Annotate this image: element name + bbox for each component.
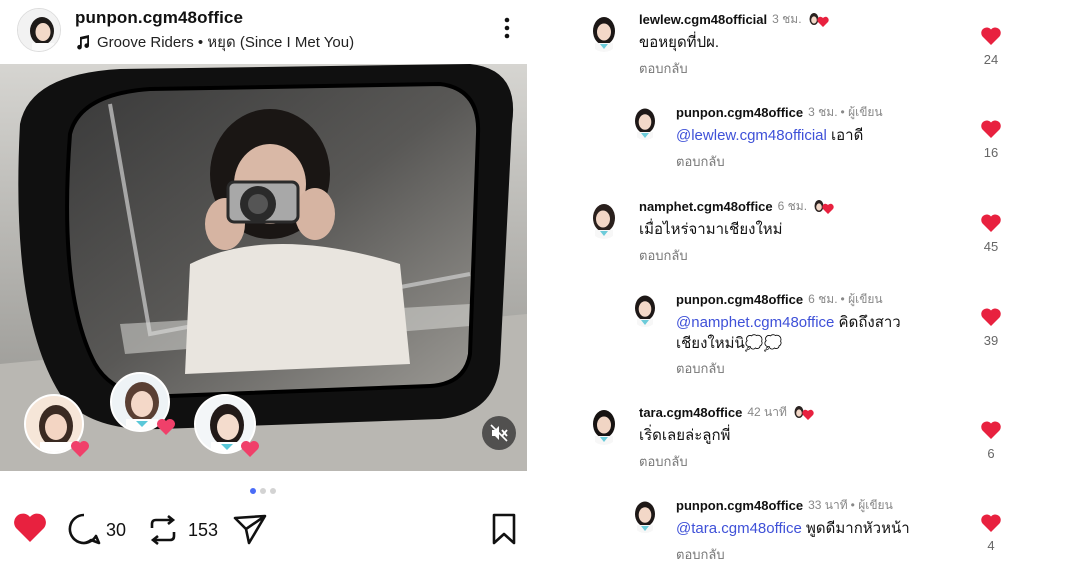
more-options-button[interactable] [496, 14, 518, 44]
comment-text: เมื่อไหร่จามาเชียงใหม่ [639, 221, 783, 238]
comment-like-count: 16 [983, 145, 999, 160]
heart-filled-icon [981, 120, 1001, 138]
music-title: Groove Riders • หยุด (Since I Met You) [97, 34, 355, 51]
comment-like-button[interactable] [980, 26, 1002, 46]
post-action-bar: 30 153 [0, 506, 527, 554]
carousel-indicator [250, 488, 276, 494]
comment-time: 3 ชม. [772, 12, 802, 26]
comment-text: @namphet.cgm48office คิดถึงสาว เชียงใหม่น… [676, 314, 901, 352]
muted-speaker-icon [490, 424, 508, 442]
comment-like-count: 45 [983, 239, 999, 254]
reply-button[interactable]: ตอบกลับ [639, 451, 688, 472]
reply-item: punpon.cgm48office 3 ชม. • ผู้เขียน @lew… [560, 101, 1080, 181]
comment-button[interactable] [67, 512, 103, 546]
mention-link[interactable]: @tara.cgm48office [676, 520, 802, 537]
reply-button[interactable]: ตอบกลับ [639, 245, 688, 266]
bookmark-button[interactable] [490, 512, 518, 546]
like-button[interactable] [12, 512, 48, 544]
author-label: • ผู้เขียน [850, 498, 893, 512]
comment-time: 3 ชม. [808, 105, 838, 119]
heart-filled-icon [981, 514, 1001, 532]
commenter-avatar[interactable] [630, 106, 660, 140]
commenter-avatar[interactable] [587, 201, 621, 239]
reply-item: punpon.cgm48office 6 ชม. • ผู้เขียน @nam… [560, 288, 1080, 378]
bookmark-icon [492, 513, 516, 545]
author-avatar[interactable] [17, 8, 61, 52]
comment-text: เริ่ดเลยล่ะลูกพี่ [639, 427, 731, 444]
heart-filled-icon [981, 214, 1001, 232]
repost-count: 153 [188, 520, 219, 540]
comment-username[interactable]: punpon.cgm48office [676, 498, 803, 513]
comment-like-count: 4 [987, 538, 995, 553]
comments-panel: lewlew.cgm48official 3 ชม. ขอหยุดที่ปผ. … [560, 0, 1080, 566]
more-vertical-icon [504, 17, 510, 39]
repost-button[interactable] [146, 514, 180, 546]
paper-plane-icon [233, 514, 267, 545]
comment-like-button[interactable] [980, 420, 1002, 440]
comment-item: namphet.cgm48office 6 ชม. เมื่อไหร่จามาเ… [560, 195, 1080, 275]
comment-username[interactable]: tara.cgm48office [639, 405, 742, 420]
mention-link[interactable]: @namphet.cgm48office [676, 314, 834, 331]
comment-text: @lewlew.cgm48official เอาดี [676, 127, 864, 144]
creator-liked-icon [809, 12, 829, 27]
commenter-avatar[interactable] [587, 407, 621, 445]
author-label: • ผู้เขียน [840, 292, 883, 306]
comment-item: tara.cgm48office 42 นาที เริ่ดเลยล่ะลูกพ… [560, 401, 1080, 481]
comment-time: 33 นาที [808, 498, 848, 512]
comment-like-button[interactable] [980, 213, 1002, 233]
comment-time: 42 นาที [747, 405, 787, 419]
comment-like-count: 24 [983, 52, 999, 67]
heart-filled-icon [981, 27, 1001, 45]
author-label: • ผู้เขียน [840, 105, 883, 119]
music-attribution[interactable]: Groove Riders • หยุด (Since I Met You) [75, 32, 354, 52]
creator-liked-icon [794, 405, 814, 420]
comment-count: 30 [106, 520, 127, 540]
post-photo[interactable] [0, 64, 527, 471]
repost-icon [150, 514, 176, 546]
heart-filled-icon [14, 513, 46, 542]
comment-username[interactable]: punpon.cgm48office [676, 292, 803, 307]
commenter-avatar[interactable] [630, 293, 660, 327]
comment-username[interactable]: lewlew.cgm48official [639, 12, 767, 27]
comment-text: @tara.cgm48office พูดดีมากหัวหน้า [676, 520, 910, 537]
commenter-avatar[interactable] [587, 14, 621, 52]
comment-like-button[interactable] [980, 119, 1002, 139]
comment-item: lewlew.cgm48official 3 ชม. ขอหยุดที่ปผ. … [560, 8, 1080, 88]
heart-badge-icon [71, 441, 89, 457]
reply-button[interactable]: ตอบกลับ [676, 544, 725, 565]
heart-filled-icon [981, 308, 1001, 326]
comment-username[interactable]: punpon.cgm48office [676, 105, 803, 120]
comment-username[interactable]: namphet.cgm48office [639, 199, 773, 214]
reply-button[interactable]: ตอบกลับ [676, 151, 725, 172]
comment-time: 6 ชม. [808, 292, 838, 306]
mute-toggle-button[interactable] [482, 416, 516, 450]
carousel-dot [260, 488, 266, 494]
carousel-dot-active [250, 488, 256, 494]
reply-button[interactable]: ตอบกลับ [639, 58, 688, 79]
carousel-dot [270, 488, 276, 494]
comment-like-count: 39 [983, 333, 999, 348]
reply-item: punpon.cgm48office 33 นาที • ผู้เขียน @t… [560, 494, 1080, 566]
comment-like-button[interactable] [980, 307, 1002, 327]
creator-liked-icon [814, 199, 834, 214]
mention-link[interactable]: @lewlew.cgm48official [676, 127, 827, 144]
comment-text: ขอหยุดที่ปผ. [639, 34, 720, 51]
heart-filled-icon [981, 421, 1001, 439]
comment-bubble-icon [68, 513, 101, 545]
music-note-icon [77, 35, 90, 50]
heart-badge-icon [157, 419, 175, 435]
comment-time: 6 ชม. [777, 199, 808, 213]
post-username[interactable]: punpon.cgm48office [75, 8, 243, 28]
commenter-avatar[interactable] [630, 499, 660, 533]
post-panel: punpon.cgm48office Groove Riders • หยุด … [0, 0, 527, 566]
comment-like-count: 6 [987, 446, 995, 461]
comment-like-button[interactable] [980, 513, 1002, 533]
reply-button[interactable]: ตอบกลับ [676, 358, 725, 379]
heart-badge-icon [241, 441, 259, 457]
share-button[interactable] [232, 512, 268, 546]
post-header: punpon.cgm48office Groove Riders • หยุด … [0, 0, 527, 64]
